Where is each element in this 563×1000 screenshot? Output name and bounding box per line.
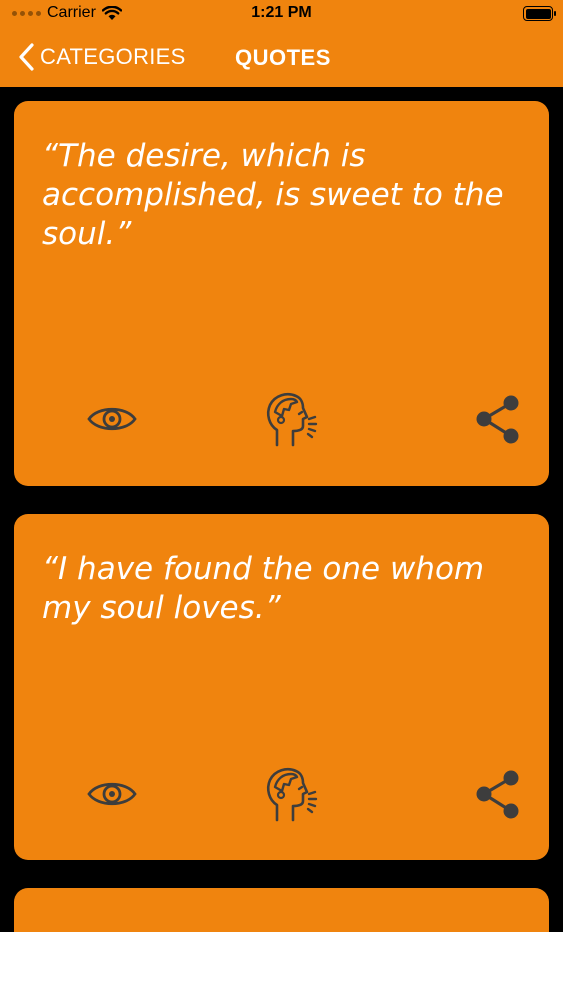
quote-actions (14, 764, 549, 824)
quote-card: “The desire, which is accomplished, is s… (14, 101, 549, 486)
quote-text: “I have found the one whom my soul loves… (42, 551, 485, 626)
top-bar: Carrier 1:21 PM CATEGORIES QUOTES (0, 0, 563, 87)
speak-button[interactable] (260, 389, 326, 449)
speaking-head-icon (266, 393, 318, 447)
battery-icon (523, 6, 556, 21)
quote-actions (14, 389, 549, 449)
back-button[interactable]: CATEGORIES (16, 42, 186, 72)
view-button[interactable] (84, 389, 140, 449)
share-icon (476, 395, 519, 444)
speaking-head-icon (266, 768, 318, 822)
eye-icon (87, 782, 137, 806)
quote-card (14, 888, 549, 932)
quote-card: “I have found the one whom my soul loves… (14, 514, 549, 860)
page-title: QUOTES (235, 45, 331, 70)
eye-icon (87, 407, 137, 431)
share-icon (476, 770, 519, 819)
navigation-bar: CATEGORIES QUOTES (0, 38, 563, 78)
share-button[interactable] (468, 764, 528, 824)
speak-button[interactable] (260, 764, 326, 824)
chevron-left-icon (19, 43, 34, 71)
share-button[interactable] (468, 389, 528, 449)
back-button-label: CATEGORIES (40, 44, 186, 69)
quote-text: “The desire, which is accomplished, is s… (42, 138, 504, 252)
app-screen: Carrier 1:21 PM CATEGORIES QUOTES “The d… (0, 0, 563, 932)
status-time: 1:21 PM (251, 4, 312, 21)
status-bar: Carrier 1:21 PM (0, 0, 563, 28)
view-button[interactable] (84, 764, 140, 824)
